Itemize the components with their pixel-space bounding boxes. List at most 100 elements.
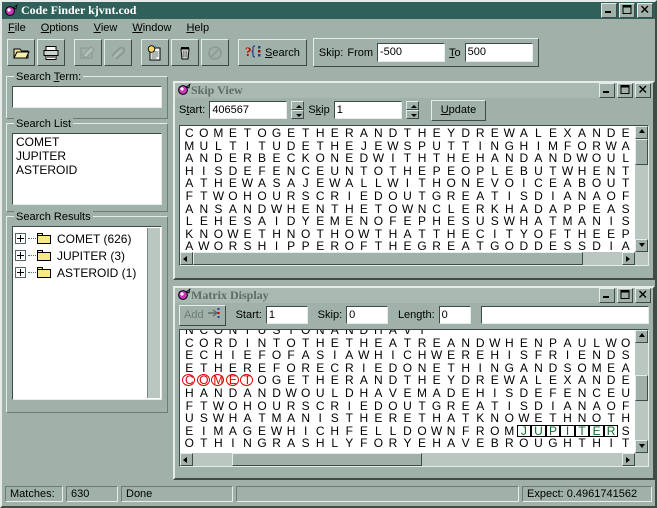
delete-button[interactable] <box>171 39 199 66</box>
grid-cell[interactable]: A <box>444 412 459 425</box>
grid-cell[interactable]: I <box>226 437 241 450</box>
matrix-note-input[interactable] <box>481 306 650 324</box>
grid-cell[interactable]: D <box>357 152 372 165</box>
grid-cell[interactable]: E <box>182 349 197 362</box>
grid-cell[interactable]: T <box>415 190 430 203</box>
grid-cell[interactable]: N <box>589 215 604 228</box>
grid-cell[interactable]: E <box>225 373 241 387</box>
search-results-scrollbar[interactable] <box>147 228 160 398</box>
grid-cell[interactable]: O <box>589 412 604 425</box>
grid-cell[interactable]: A <box>182 152 197 165</box>
grid-cell[interactable]: E <box>473 349 488 362</box>
scroll-up-arrow[interactable] <box>635 126 648 139</box>
grid-cell[interactable]: A <box>342 349 357 362</box>
grid-cell[interactable]: S <box>458 215 473 228</box>
grid-cell[interactable]: T <box>487 190 502 203</box>
grid-cell[interactable]: R <box>444 190 459 203</box>
grid-cell[interactable]: O <box>226 190 241 203</box>
grid-cell[interactable]: O <box>298 387 313 400</box>
grid-cell[interactable]: R <box>502 437 517 450</box>
grid-cell[interactable]: H <box>313 437 328 450</box>
grid-cell[interactable]: T <box>546 412 561 425</box>
grid-cell[interactable]: L <box>327 387 342 400</box>
grid-cell[interactable]: M <box>415 387 430 400</box>
minimize-button[interactable] <box>599 83 615 98</box>
grid-cell[interactable]: E <box>226 215 241 228</box>
grid-cell[interactable]: F <box>618 190 633 203</box>
grid-cell[interactable]: H <box>357 387 372 400</box>
grid-cell[interactable]: I <box>342 190 357 203</box>
grid-cell[interactable]: M <box>560 215 575 228</box>
grid-cell[interactable]: D <box>531 190 546 203</box>
grid-cell[interactable]: A <box>197 387 212 400</box>
grid-cell[interactable]: C <box>313 190 328 203</box>
grid-cell[interactable]: Y <box>298 215 313 228</box>
grid-cell[interactable]: A <box>589 190 604 203</box>
grid-cell[interactable]: F <box>546 387 561 400</box>
grid-cell[interactable]: N <box>240 437 255 450</box>
expand-plus-icon[interactable] <box>15 250 26 261</box>
search-term-input[interactable] <box>12 86 162 108</box>
grid-cell[interactable]: I <box>546 190 561 203</box>
grid-cell[interactable]: A <box>357 127 372 140</box>
grid-cell[interactable]: N <box>502 152 517 165</box>
grid-cell[interactable]: H <box>444 152 459 165</box>
grid-cell[interactable]: T <box>342 412 357 425</box>
grid-cell[interactable]: S <box>487 215 502 228</box>
grid-cell[interactable]: W <box>502 127 517 140</box>
tree-item-jupiter[interactable]: JUPITER (3) <box>15 247 159 264</box>
skip-view-start-input[interactable]: 406567 <box>209 101 288 119</box>
scroll-down-arrow[interactable] <box>635 239 648 252</box>
maximize-button[interactable] <box>619 3 635 18</box>
grid-cell[interactable]: E <box>546 127 561 140</box>
grid-cell[interactable]: D <box>517 152 532 165</box>
grid-cell[interactable]: C <box>182 127 197 140</box>
grid-cell[interactable]: A <box>298 349 313 362</box>
grid-cell[interactable]: O <box>604 190 619 203</box>
menu-options[interactable]: Options <box>41 22 79 34</box>
grid-cell[interactable]: E <box>197 215 212 228</box>
grid-cell[interactable]: G <box>429 190 444 203</box>
grid-cell[interactable]: R <box>458 349 473 362</box>
grid-cell[interactable]: O <box>386 190 401 203</box>
matrix-hscrollbar[interactable] <box>180 453 635 466</box>
grid-cell[interactable]: E <box>575 349 590 362</box>
grid-cell[interactable]: T <box>604 412 619 425</box>
scroll-left-arrow[interactable] <box>180 453 193 466</box>
grid-cell[interactable]: L <box>531 127 546 140</box>
grid-cell[interactable]: M <box>269 412 284 425</box>
grid-cell[interactable]: D <box>517 387 532 400</box>
list-item[interactable]: JUPITER <box>16 149 158 163</box>
grid-cell[interactable]: W <box>429 349 444 362</box>
grid-cell[interactable]: W <box>357 349 372 362</box>
grid-cell[interactable]: H <box>226 412 241 425</box>
menu-help[interactable]: Help <box>186 22 209 34</box>
maximize-button[interactable] <box>617 83 633 98</box>
grid-cell[interactable]: T <box>458 412 473 425</box>
close-button[interactable] <box>635 83 651 98</box>
expand-plus-icon[interactable] <box>15 267 26 278</box>
grid-cell[interactable]: E <box>415 437 430 450</box>
grid-cell[interactable]: A <box>487 152 502 165</box>
grid-cell[interactable]: C <box>197 349 212 362</box>
grid-cell[interactable]: A <box>575 127 590 140</box>
grid-cell[interactable]: N <box>211 387 226 400</box>
grid-cell[interactable]: H <box>415 349 430 362</box>
grid-cell[interactable]: S <box>313 349 328 362</box>
grid-cell[interactable]: E <box>357 190 372 203</box>
grid-cell[interactable]: N <box>589 349 604 362</box>
grid-cell[interactable]: E <box>531 387 546 400</box>
grid-cell[interactable]: C <box>400 349 415 362</box>
grid-cell[interactable]: S <box>197 412 212 425</box>
grid-cell[interactable]: E <box>531 412 546 425</box>
list-item[interactable]: ASTEROID <box>16 163 158 177</box>
grid-cell[interactable]: E <box>560 387 575 400</box>
grid-cell[interactable]: K <box>298 152 313 165</box>
grid-cell[interactable]: T <box>298 127 313 140</box>
grid-cell[interactable]: O <box>196 373 212 387</box>
skip-view-skip-input[interactable]: 1 <box>333 101 402 119</box>
grid-cell[interactable]: T <box>546 215 561 228</box>
grid-cell[interactable]: I <box>502 190 517 203</box>
grid-cell[interactable]: R <box>386 437 401 450</box>
grid-cell[interactable]: T <box>197 190 212 203</box>
